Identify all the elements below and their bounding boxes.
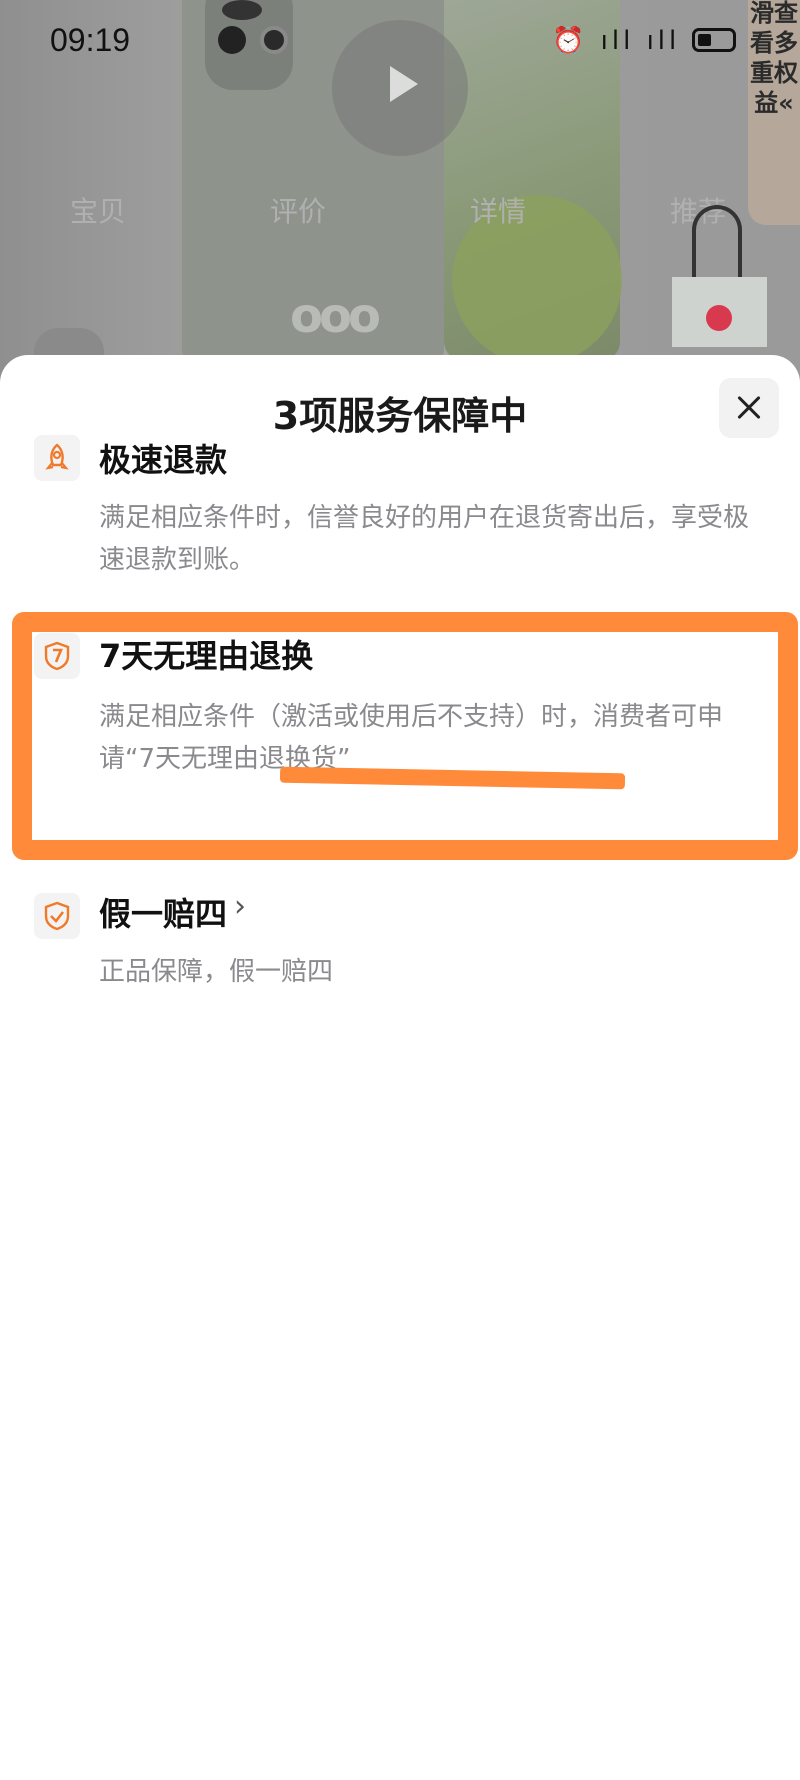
- close-button[interactable]: [719, 378, 779, 438]
- rocket-icon-glyph: [45, 443, 69, 470]
- product-logo: ooo: [290, 288, 381, 344]
- tote-logo: [706, 305, 732, 331]
- annotation-highlight-box: [12, 612, 798, 860]
- status-time: 09:19: [50, 22, 131, 58]
- signal-icons: ⏰ ıll ıll: [552, 26, 681, 56]
- tab-reviews[interactable]: 评价: [270, 190, 326, 230]
- shield-check-icon: [34, 893, 80, 939]
- item-title: 假一赔四: [99, 895, 228, 933]
- rocket-icon: [34, 435, 80, 481]
- chevron-right-icon: ›: [234, 889, 246, 924]
- tab-baobei[interactable]: 宝贝: [70, 190, 126, 230]
- tab-details[interactable]: 详情: [470, 190, 526, 230]
- status-bar: 09:19 ⏰ ıll ıll: [0, 0, 800, 84]
- tote-bag-thumbnail[interactable]: [672, 205, 767, 347]
- shield-check-icon-glyph: [44, 901, 70, 931]
- service-guarantee-sheet: 3项服务保障中 极速退款 满足相应条件时，信誉良好的用户在退货寄出后，享受极速退…: [0, 355, 800, 1780]
- item-description: 满足相应条件时，信誉良好的用户在退货寄出后，享受极速退款到账。: [99, 503, 750, 575]
- tote-handle: [692, 205, 742, 285]
- sheet-title: 3项服务保障中: [272, 394, 528, 438]
- item-title: 极速退款: [99, 441, 228, 479]
- product-page-background: ooo 宝贝 评价 详情 推荐 滑查看多重权益« 09:19 ⏰ ıll ıll: [0, 0, 800, 380]
- battery-icon: [692, 28, 736, 52]
- item-description: 正品保障，假一赔四: [99, 957, 334, 987]
